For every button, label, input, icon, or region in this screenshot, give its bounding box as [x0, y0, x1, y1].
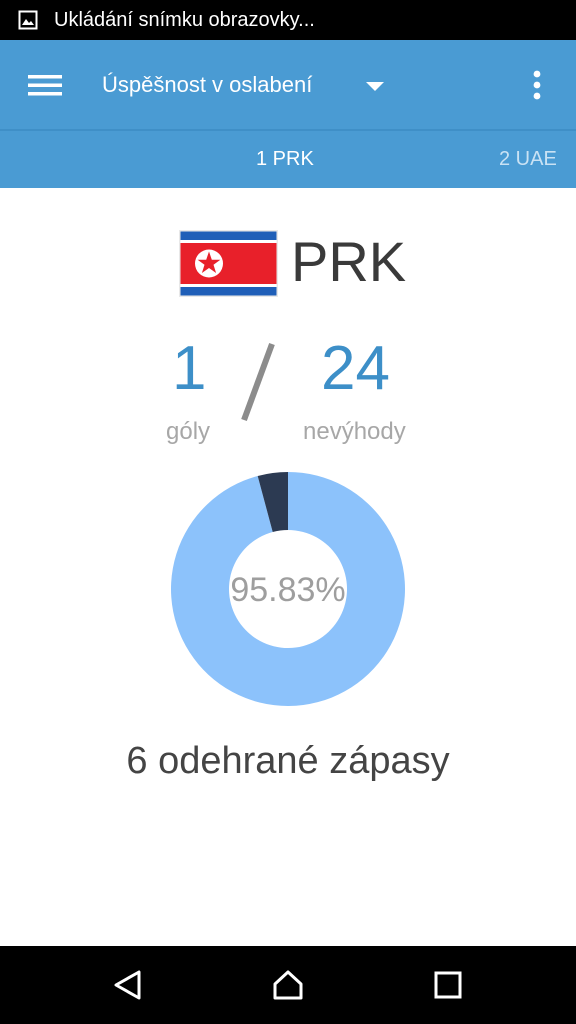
slash-divider [241, 342, 275, 422]
app-bar: Úspěšnost v oslabení [0, 40, 576, 129]
status-notification-text: Ukládání snímku obrazovky... [54, 9, 315, 31]
tab-prk[interactable]: 1 PRK [256, 148, 314, 171]
goals-value: 1 [172, 334, 207, 403]
status-bar: Ukládání snímku obrazovky... [0, 0, 576, 40]
home-icon[interactable] [271, 968, 305, 1002]
chevron-down-icon[interactable] [360, 74, 390, 98]
image-notification-icon [18, 10, 38, 30]
back-icon[interactable] [111, 968, 145, 1002]
north-korea-flag-icon [179, 230, 278, 297]
system-nav-bar [0, 946, 576, 1024]
donut-percent-label: 95.83% [230, 571, 346, 609]
more-options-icon[interactable] [522, 66, 552, 104]
menu-icon[interactable] [22, 68, 68, 102]
page-title[interactable]: Úspěšnost v oslabení [102, 72, 312, 98]
tab-uae[interactable]: 2 UAE [499, 148, 557, 171]
team-name: PRK [291, 230, 407, 293]
matches-played-text: 6 odehrané zápasy [126, 740, 450, 782]
disadvantages-value: 24 [321, 334, 390, 403]
recent-apps-icon[interactable] [431, 968, 465, 1002]
disadvantages-label: nevýhody [303, 418, 406, 445]
goals-label: góly [166, 418, 211, 445]
tab-bar: 1 PRK 2 UAE [0, 131, 576, 188]
